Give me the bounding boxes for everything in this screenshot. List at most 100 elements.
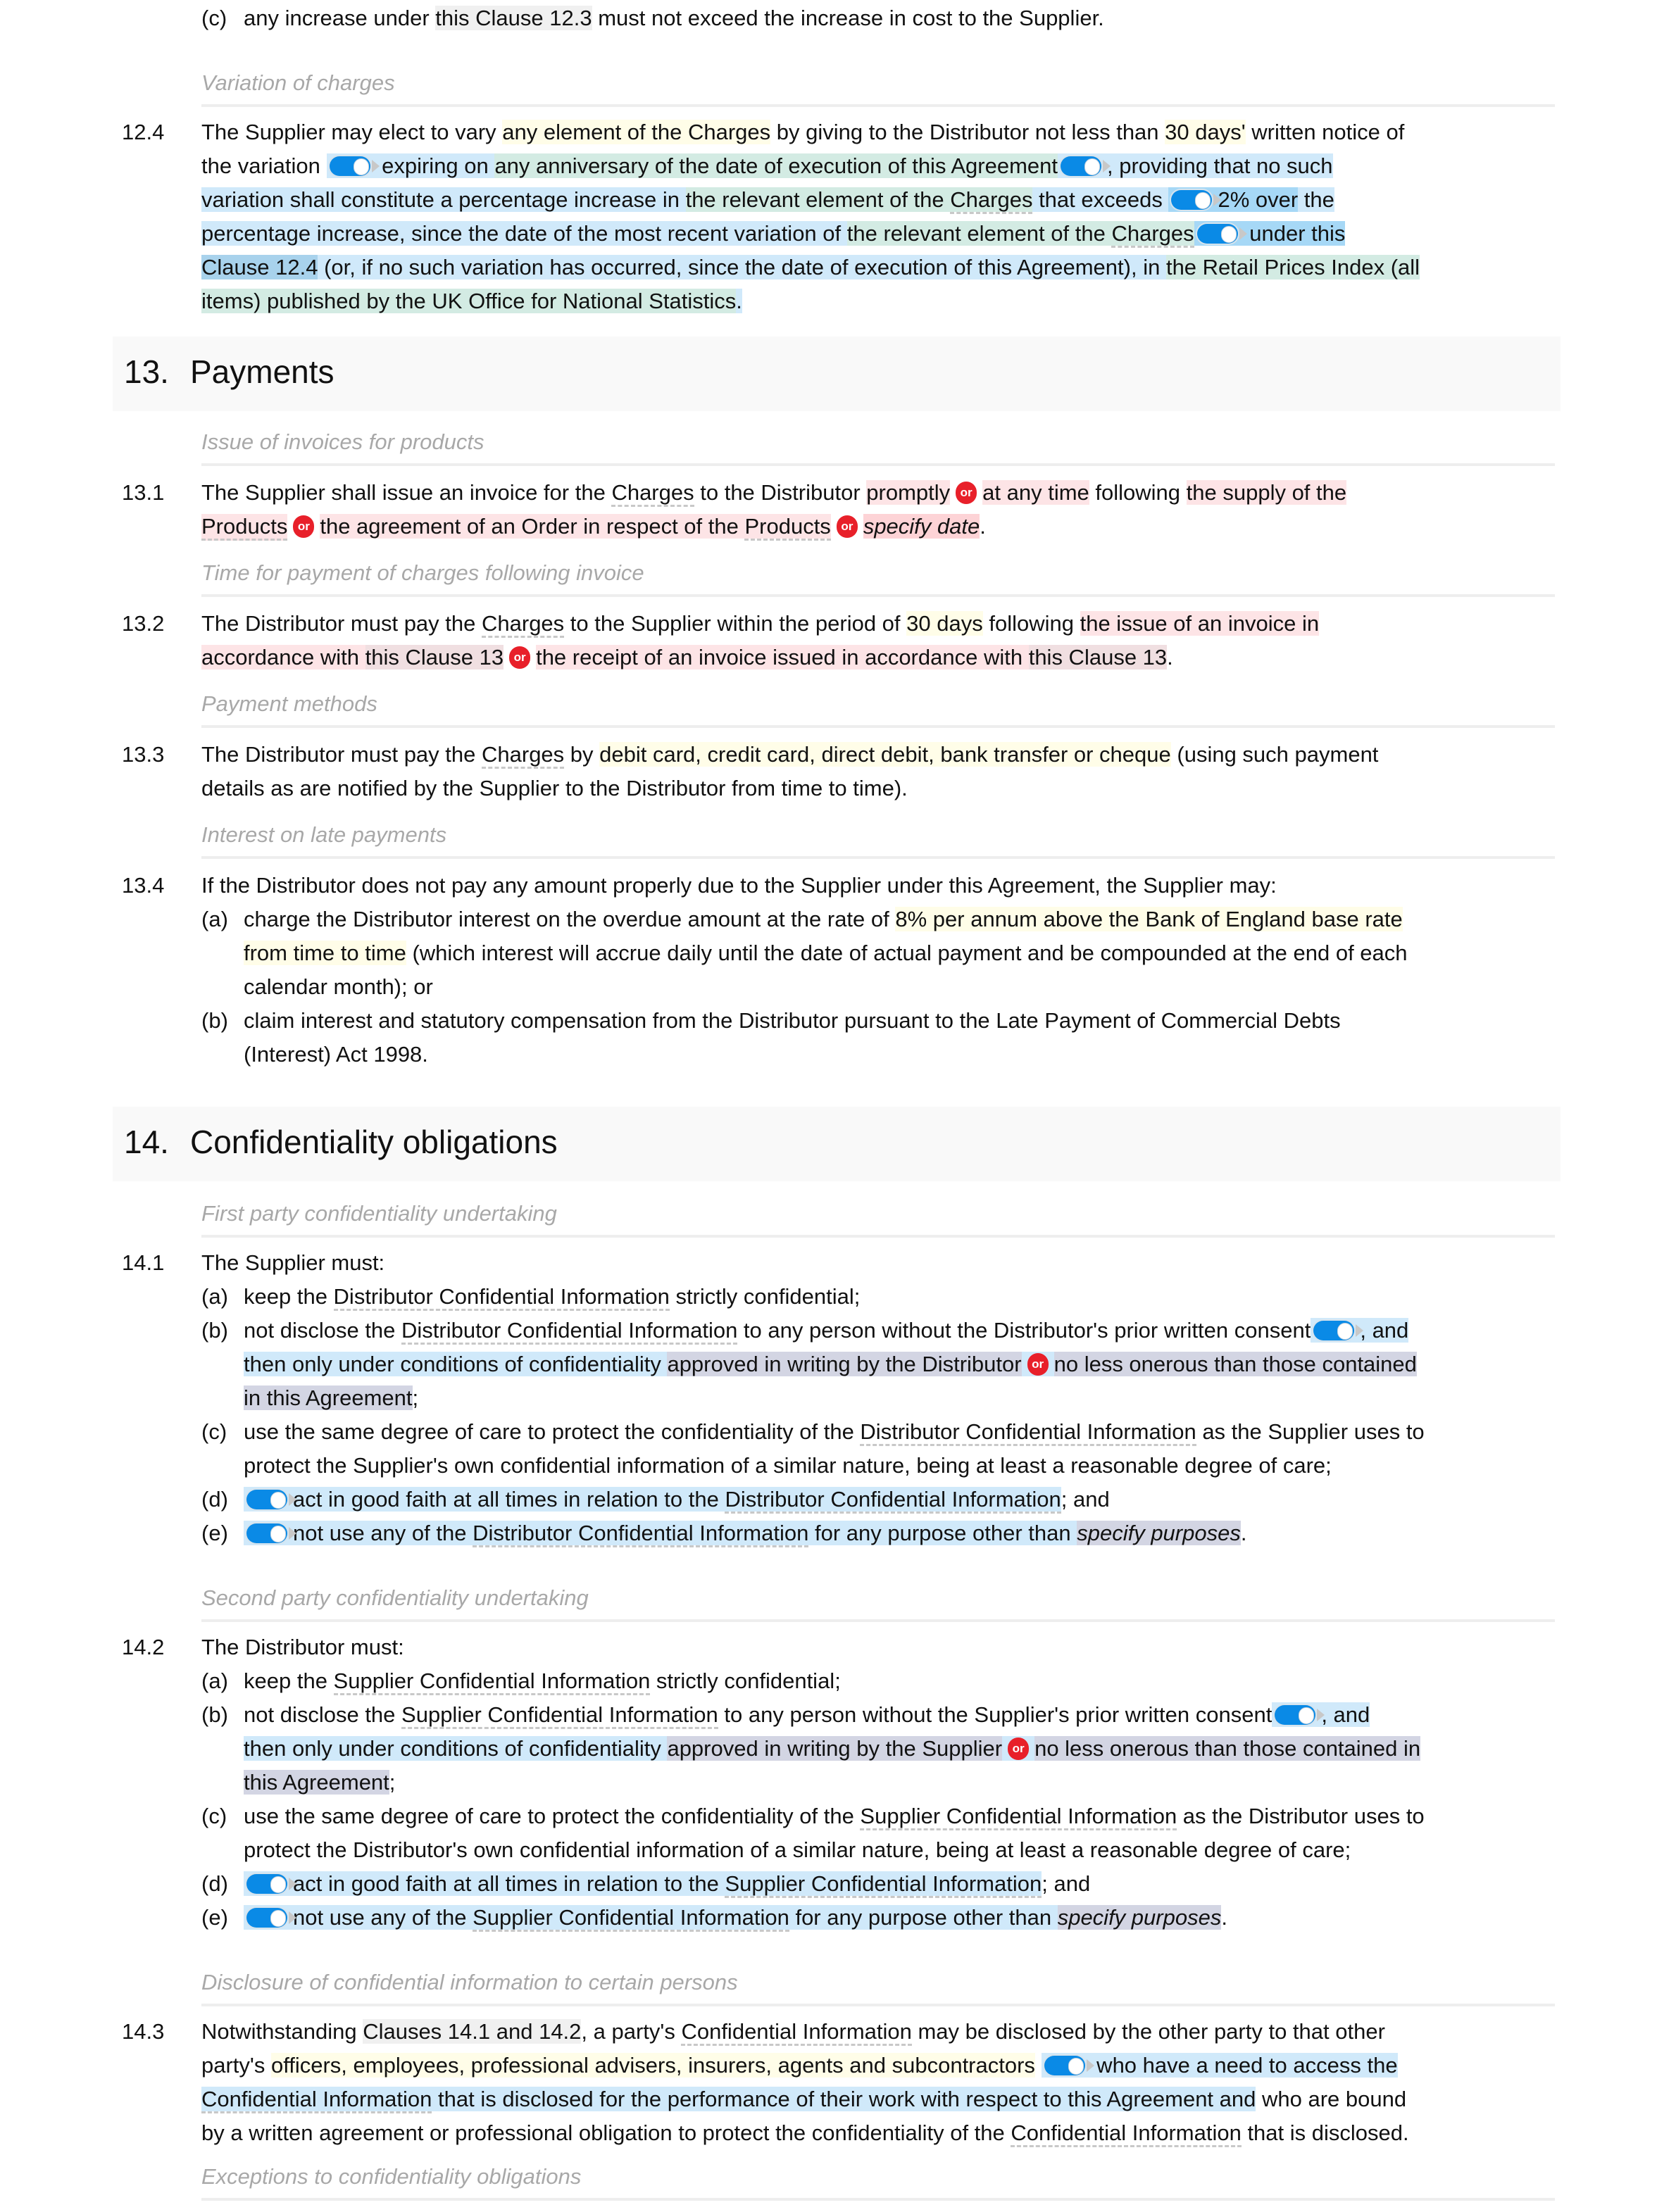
clause-caption: Exceptions to confidentiality obligation… — [201, 2161, 1555, 2201]
or-badge-icon[interactable]: or — [836, 515, 858, 538]
clause-reference[interactable]: this Clause 13 — [1028, 645, 1168, 670]
toggle-switch[interactable] — [1044, 2055, 1094, 2075]
expand-arrow-icon — [289, 1526, 296, 1540]
option-text[interactable]: no less onerous than those contained in — [1034, 1736, 1421, 1761]
clause-13-4-text: If the Distributor does not pay any amou… — [201, 873, 1277, 898]
toggle-switch[interactable] — [1313, 1320, 1364, 1340]
expand-arrow-icon — [1239, 227, 1247, 240]
option-text[interactable]: approved in writing by the Supplier — [667, 1736, 1003, 1761]
option-text[interactable]: the issue of an invoice in — [1080, 611, 1320, 636]
placeholder-field[interactable]: specify date — [863, 514, 980, 539]
editable-value[interactable]: 30 days — [906, 611, 983, 636]
defined-term[interactable]: Charges — [950, 187, 1033, 214]
clause-number: 14.3 — [122, 2019, 165, 2044]
or-badge-icon[interactable]: or — [509, 646, 531, 669]
optional-text[interactable]: items) published by the UK Office for Na… — [201, 289, 737, 313]
or-badge-icon[interactable]: or — [956, 481, 977, 504]
expand-arrow-icon — [289, 1493, 296, 1506]
toggle-switch[interactable] — [1171, 189, 1222, 210]
expand-arrow-icon — [1103, 159, 1111, 172]
option-text[interactable]: the receipt of an invoice issued in acco… — [536, 645, 1168, 670]
defined-term[interactable]: Distributor Confidential Information — [333, 1284, 670, 1311]
editable-value[interactable]: 8% per annum above the Bank of England b… — [895, 907, 1403, 931]
expand-arrow-icon — [1086, 2059, 1094, 2072]
defined-term[interactable]: Charges — [611, 480, 694, 507]
defined-term[interactable]: Charges — [482, 611, 565, 638]
toggle-switch[interactable] — [329, 156, 380, 176]
expand-arrow-icon — [371, 159, 380, 172]
editable-value[interactable]: officers, employees, professional advise… — [270, 2053, 1035, 2078]
defined-term[interactable]: Distributor Confidential Information — [860, 1419, 1196, 1446]
editable-value[interactable]: 30 days' — [1165, 120, 1246, 144]
defined-term[interactable]: Distributor Confidential Information — [401, 1318, 738, 1345]
defined-term[interactable]: Charges — [1111, 221, 1194, 248]
option-text[interactable]: accordance with this Clause 13 — [201, 645, 504, 670]
placeholder-field[interactable]: specify purposes — [1077, 1521, 1241, 1545]
section-number: 13. — [124, 353, 169, 390]
clause-13-1-text: The Supplier shall issue an invoice for … — [201, 476, 1553, 543]
defined-term[interactable]: Products — [744, 514, 831, 541]
section-title: Confidentiality obligations — [190, 1124, 558, 1160]
option-text[interactable]: promptly — [866, 480, 951, 505]
clause-caption: Second party confidentiality undertaking — [201, 1583, 1555, 1622]
section-heading: 13. Payments — [113, 337, 1561, 411]
clause-caption: Issue of invoices for products — [201, 427, 1555, 466]
or-badge-icon[interactable]: or — [1027, 1352, 1049, 1376]
defined-term[interactable]: Distributor Confidential Information — [473, 1521, 809, 1547]
expand-arrow-icon — [1213, 193, 1222, 206]
defined-term[interactable]: Distributor Confidential Information — [725, 1487, 1061, 1514]
defined-term[interactable]: Confidential Information — [1011, 2120, 1242, 2147]
option-text[interactable]: this Agreement — [244, 1770, 389, 1795]
optional-text[interactable]: any anniversary of the date of execution… — [494, 153, 1058, 178]
clause-reference[interactable]: this Clause 13 — [365, 645, 504, 670]
defined-term[interactable]: Confidential Information — [681, 2019, 912, 2046]
toggle-switch[interactable] — [246, 1489, 296, 1509]
clause-caption: Interest on late payments — [201, 819, 1555, 859]
clause-number: 13.1 — [122, 480, 165, 505]
option-text[interactable]: at any time — [982, 480, 1089, 505]
defined-term[interactable]: Supplier Confidential Information — [473, 1905, 789, 1932]
toggle-switch[interactable] — [246, 1523, 296, 1543]
option-text[interactable]: the supply of the — [1186, 480, 1347, 505]
option-text[interactable]: no less onerous than those contained — [1053, 1352, 1417, 1376]
optional-text[interactable]: the relevant element of the Charges — [685, 187, 1033, 214]
toggle-switch[interactable] — [1196, 223, 1247, 244]
optional-text[interactable]: the Retail Prices Index (all — [1165, 255, 1420, 279]
defined-term[interactable]: Supplier Confidential Information — [860, 1804, 1177, 1830]
defined-term[interactable]: Charges — [482, 742, 565, 769]
option-text[interactable]: in this Agreement — [244, 1385, 413, 1410]
clause-reference[interactable]: Clause 12.4 — [201, 255, 318, 279]
clause-number: 14.2 — [122, 1635, 165, 1659]
or-badge-icon[interactable]: or — [293, 515, 315, 538]
toggle-switch[interactable] — [246, 1873, 296, 1894]
editable-value[interactable]: 2% over — [1218, 187, 1298, 212]
toggle-switch[interactable] — [246, 1907, 296, 1928]
clause-number: 13.3 — [122, 742, 165, 767]
defined-term[interactable]: Supplier Confidential Information — [725, 1871, 1042, 1898]
expand-arrow-icon — [1356, 1324, 1364, 1337]
clause-reference[interactable]: Clauses 14.1 and 14.2 — [363, 2019, 582, 2044]
option-text[interactable]: approved in writing by the Distributor — [667, 1352, 1022, 1376]
option-text[interactable]: the agreement of an Order in respect of … — [320, 514, 831, 541]
clause-12-4-text: The Supplier may elect to vary any eleme… — [201, 120, 1420, 313]
section-heading: 14. Confidentiality obligations — [113, 1107, 1561, 1181]
clause-number: 13.4 — [122, 873, 165, 898]
optional-text[interactable]: any element of the Charges — [502, 120, 771, 144]
clause-reference[interactable]: this Clause 12.3 — [435, 6, 592, 30]
expand-arrow-icon — [289, 1911, 296, 1924]
editable-value[interactable]: from time to time — [244, 941, 406, 965]
item-label: (a) — [201, 907, 228, 931]
defined-term[interactable]: Supplier Confidential Information — [401, 1702, 718, 1729]
toggle-switch[interactable] — [1275, 1704, 1325, 1725]
editable-value[interactable]: debit card, credit card, direct debit, b… — [599, 742, 1171, 767]
defined-term[interactable]: Confidential Information — [201, 2087, 432, 2113]
or-badge-icon[interactable]: or — [1008, 1737, 1030, 1760]
clause-number: 12.4 — [122, 120, 165, 144]
defined-term[interactable]: Products — [201, 514, 288, 541]
defined-term[interactable]: Supplier Confidential Information — [333, 1669, 651, 1695]
item-label: (c) — [201, 6, 227, 30]
optional-text[interactable]: the relevant element of the Charges — [846, 221, 1194, 248]
placeholder-field[interactable]: specify purposes — [1057, 1905, 1222, 1930]
toggle-switch[interactable] — [1061, 156, 1111, 176]
clause-13-2-text: The Distributor must pay the Charges to … — [201, 611, 1320, 670]
